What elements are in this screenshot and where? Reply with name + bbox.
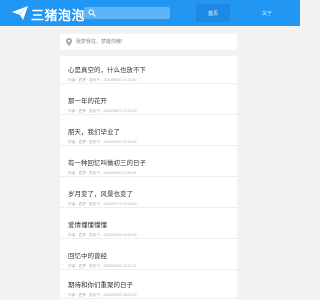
post-title[interactable]: 那一年的花开 xyxy=(68,95,107,105)
post-title[interactable]: 岁月变了，风景也变了 xyxy=(68,188,133,198)
post-list: 心是真空的，什么也放不下 作者：匠梦 · 发布于：2020/08/20 17:3… xyxy=(60,56,237,300)
notice-text: 我梦我在，梦醒你散! xyxy=(76,39,123,45)
post-item[interactable]: 回忆中的曾经 作者：匠梦 · 发布于：2020/01/06 20:47:11 xyxy=(60,244,237,270)
post-title[interactable]: 朋天，我们毕业了 xyxy=(68,126,120,136)
post-meta: 作者：匠梦 · 发布于：2020/08/07 17:22:00 xyxy=(68,109,137,113)
post-meta: 作者：匠梦 · 发布于：2020/07/17 01:04:00 xyxy=(68,202,137,206)
site-brand-name[interactable]: 三猪泡泡 xyxy=(31,5,85,24)
top-navigation-bar: 三猪泡泡 首页 关于 xyxy=(0,0,300,26)
search-icon xyxy=(88,9,96,17)
post-item[interactable]: 朋天，我们毕业了 作者：匠梦 · 发布于：2020/06/22 20:15:00 xyxy=(60,120,237,146)
post-item[interactable]: 期待和你们重聚的日子 作者：匠梦 · 发布于：2020/01/02 18:03:… xyxy=(60,273,237,299)
post-item[interactable]: 爱情懂懂懂懂 作者：匠梦 · 发布于：2020/01/18 10:30:00 xyxy=(60,213,237,239)
location-pin-icon xyxy=(66,38,72,46)
post-meta: 作者：匠梦 · 发布于：2020/01/18 10:30:00 xyxy=(68,233,137,237)
post-title[interactable]: 有一种回忆叫做初三的日子 xyxy=(68,157,146,167)
post-item[interactable]: 岁月变了，风景也变了 作者：匠梦 · 发布于：2020/07/17 01:04:… xyxy=(60,182,237,208)
post-item[interactable]: 有一种回忆叫做初三的日子 作者：匠梦 · 发布于：2020/06/20 11:2… xyxy=(60,151,237,177)
post-meta: 作者：匠梦 · 发布于：2020/01/02 18:03:15 xyxy=(68,293,137,297)
post-meta: 作者：匠梦 · 发布于：2020/06/20 11:20:00 xyxy=(68,171,137,175)
post-meta: 作者：匠梦 · 发布于：2020/08/20 17:31:00 xyxy=(68,78,137,82)
nav-home-link[interactable]: 首页 xyxy=(196,4,230,22)
post-title[interactable]: 期待和你们重聚的日子 xyxy=(68,279,133,289)
nav-about-link[interactable]: 关于 xyxy=(254,4,280,22)
post-meta: 作者：匠梦 · 发布于：2020/01/06 20:47:11 xyxy=(68,264,137,268)
search-input[interactable] xyxy=(84,7,170,19)
post-title[interactable]: 爱情懂懂懂懂 xyxy=(68,219,107,229)
post-meta: 作者：匠梦 · 发布于：2020/06/22 20:15:00 xyxy=(68,140,137,144)
post-item[interactable]: 心是真空的，什么也放不下 作者：匠梦 · 发布于：2020/08/20 17:3… xyxy=(60,58,237,84)
paper-plane-icon[interactable] xyxy=(12,6,28,20)
post-title[interactable]: 回忆中的曾经 xyxy=(68,250,107,260)
post-title[interactable]: 心是真空的，什么也放不下 xyxy=(68,64,146,74)
post-item[interactable]: 那一年的花开 作者：匠梦 · 发布于：2020/08/07 17:22:00 xyxy=(60,89,237,115)
notice-bar: 我梦我在，梦醒你散! xyxy=(60,34,237,50)
